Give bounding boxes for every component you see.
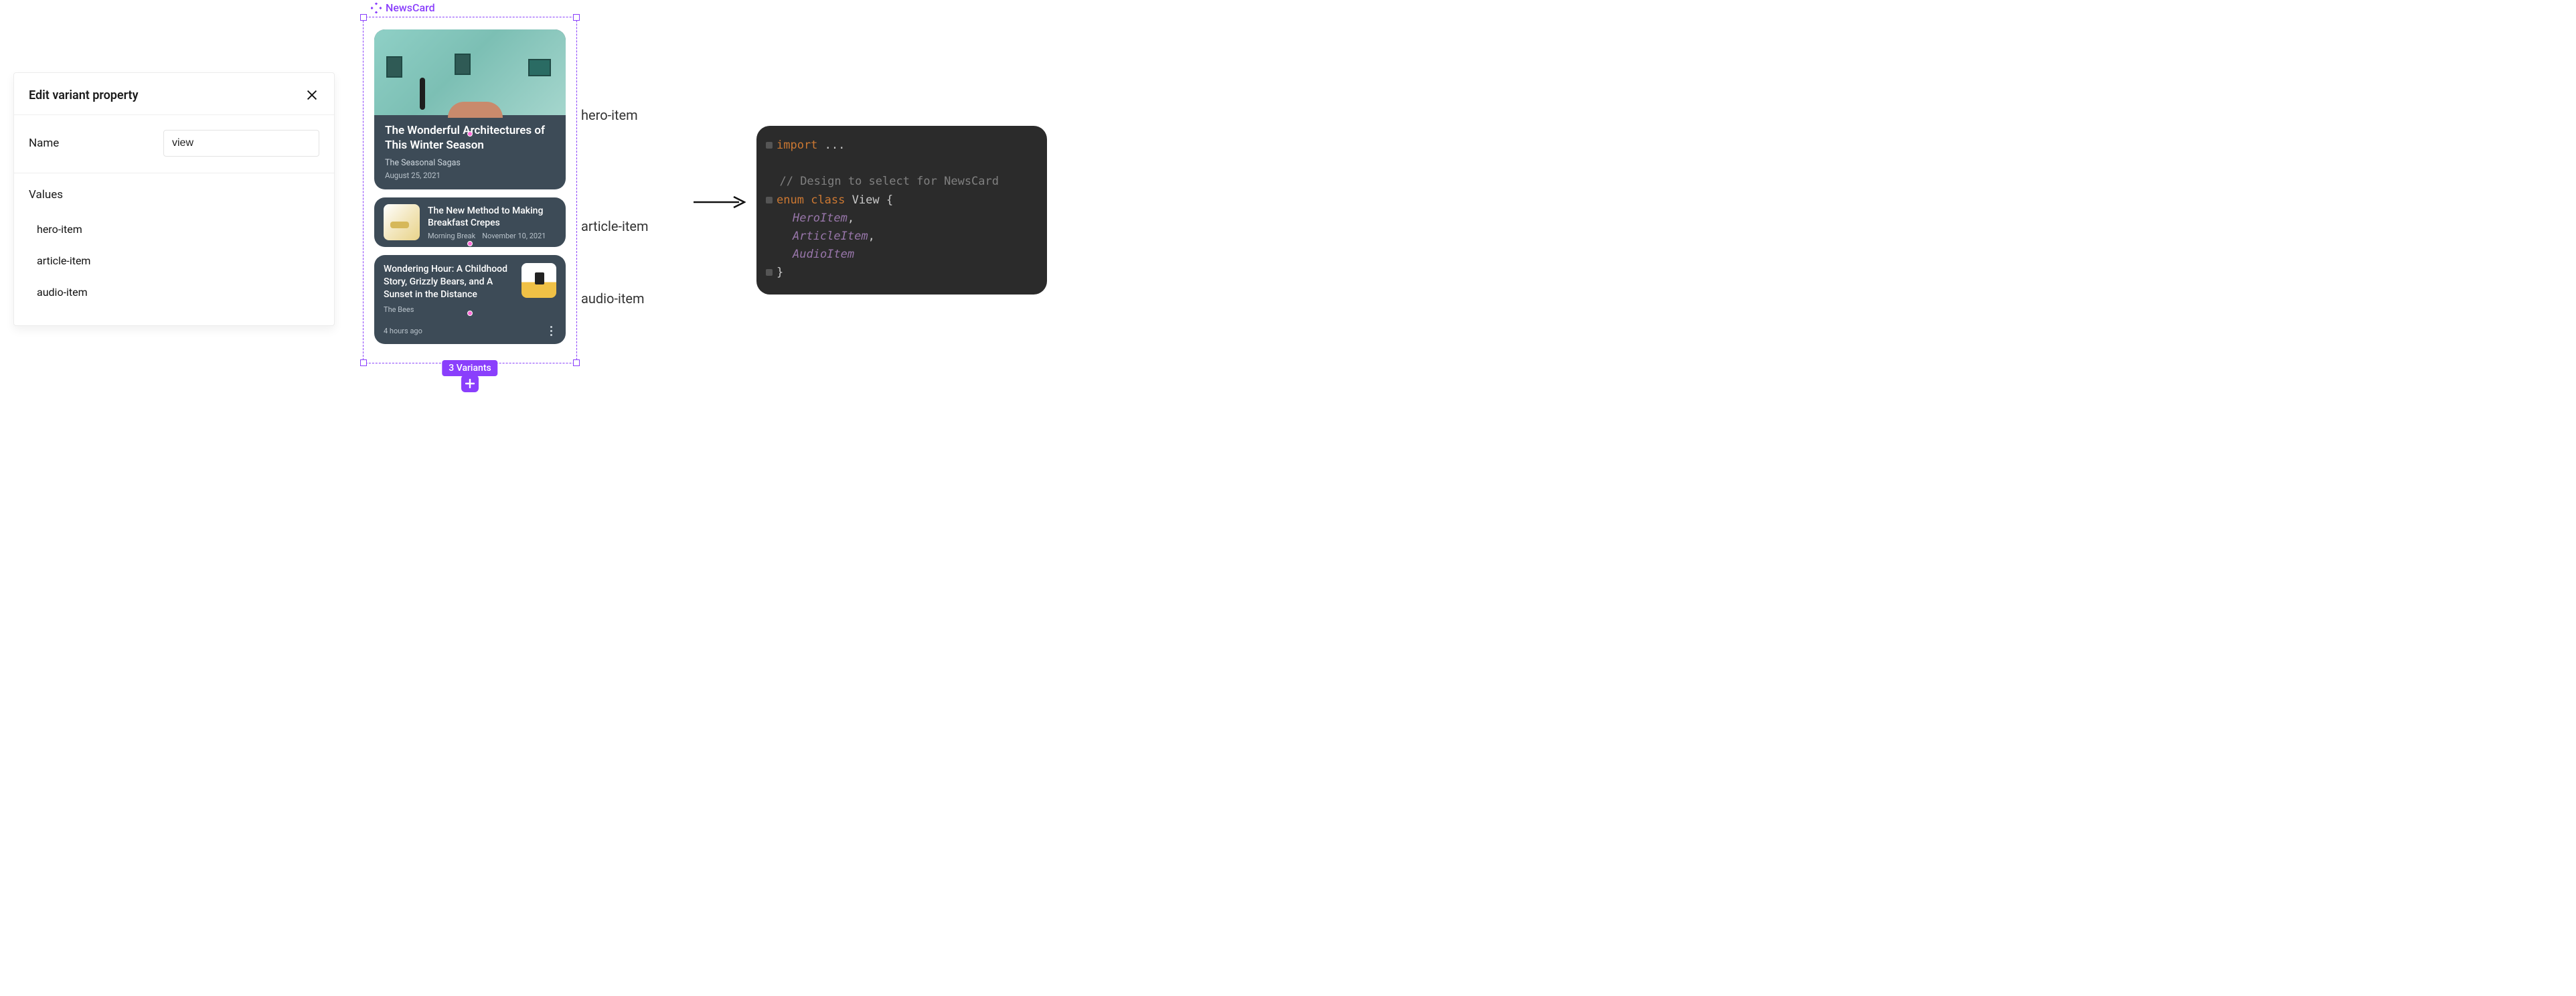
code-line-import: import ... bbox=[766, 137, 1035, 155]
more-icon[interactable] bbox=[546, 325, 556, 337]
variant-label-article: article-item bbox=[581, 218, 649, 234]
code-block: import ... // Design to select for NewsC… bbox=[756, 126, 1047, 295]
component-frame-wrap: NewsCard The Wonderful Architectures of … bbox=[363, 1, 577, 363]
component-frame[interactable]: The Wonderful Architectures of This Wint… bbox=[363, 17, 577, 363]
audio-timestamp: 4 hours ago bbox=[384, 327, 422, 335]
selection-handle[interactable] bbox=[573, 359, 580, 366]
code-line-close: } bbox=[766, 264, 1035, 282]
values-block: Values hero-item article-item audio-item bbox=[14, 173, 334, 325]
audio-title: Wondering Hour: A Childhood Story, Grizz… bbox=[384, 263, 513, 301]
values-list: hero-item article-item audio-item bbox=[29, 214, 319, 308]
value-item[interactable]: article-item bbox=[37, 245, 319, 276]
values-label: Values bbox=[29, 188, 319, 201]
selection-handle[interactable] bbox=[360, 14, 367, 21]
name-label: Name bbox=[29, 137, 154, 150]
panel-header: Edit variant property bbox=[14, 73, 334, 115]
code-line-val: HeroItem, bbox=[766, 210, 1035, 228]
code-line-enum: enum class View { bbox=[766, 191, 1035, 210]
component-frame-label[interactable]: NewsCard bbox=[371, 1, 577, 14]
article-date: November 10, 2021 bbox=[482, 232, 546, 240]
anchor-dot bbox=[467, 241, 473, 246]
newscard-article[interactable]: The New Method to Making Breakfast Crepe… bbox=[374, 197, 566, 247]
gutter-fold-icon[interactable] bbox=[766, 197, 773, 203]
component-icon bbox=[371, 3, 382, 13]
article-title: The New Method to Making Breakfast Crepe… bbox=[428, 205, 556, 229]
add-variant-button[interactable] bbox=[461, 375, 479, 392]
code-line-val: AudioItem bbox=[766, 246, 1035, 264]
article-thumb bbox=[384, 204, 420, 240]
hero-title: The Wonderful Architectures of This Wint… bbox=[385, 123, 555, 153]
anchor-dot bbox=[467, 131, 473, 137]
hero-date: August 25, 2021 bbox=[385, 171, 555, 180]
edit-variant-panel: Edit variant property Name Values hero-i… bbox=[13, 72, 335, 326]
gutter-fold-icon[interactable] bbox=[766, 269, 773, 276]
code-line-comment: // Design to select for NewsCard bbox=[766, 173, 1035, 191]
name-input[interactable] bbox=[163, 130, 319, 157]
newscard-audio[interactable]: Wondering Hour: A Childhood Story, Grizz… bbox=[374, 255, 566, 344]
value-item[interactable]: hero-item bbox=[37, 214, 319, 245]
hero-image bbox=[374, 29, 566, 115]
audio-thumb bbox=[521, 263, 556, 298]
selection-handle[interactable] bbox=[573, 14, 580, 21]
panel-title: Edit variant property bbox=[29, 88, 139, 102]
value-item[interactable]: audio-item bbox=[37, 276, 319, 308]
article-source: Morning Break bbox=[428, 232, 475, 240]
name-row: Name bbox=[14, 115, 334, 173]
arrow-icon bbox=[692, 194, 746, 213]
hero-source: The Seasonal Sagas bbox=[385, 158, 555, 168]
variant-label-audio: audio-item bbox=[581, 290, 645, 307]
selection-handle[interactable] bbox=[360, 359, 367, 366]
gutter-fold-icon[interactable] bbox=[766, 142, 773, 149]
code-line-val: ArticleItem, bbox=[766, 228, 1035, 246]
component-name: NewsCard bbox=[386, 1, 435, 14]
close-icon[interactable] bbox=[305, 88, 319, 102]
newscard-hero[interactable]: The Wonderful Architectures of This Wint… bbox=[374, 29, 566, 189]
variant-label-hero: hero-item bbox=[581, 107, 638, 123]
variants-badge[interactable]: 3 Variants bbox=[442, 360, 497, 376]
anchor-dot bbox=[467, 311, 473, 316]
